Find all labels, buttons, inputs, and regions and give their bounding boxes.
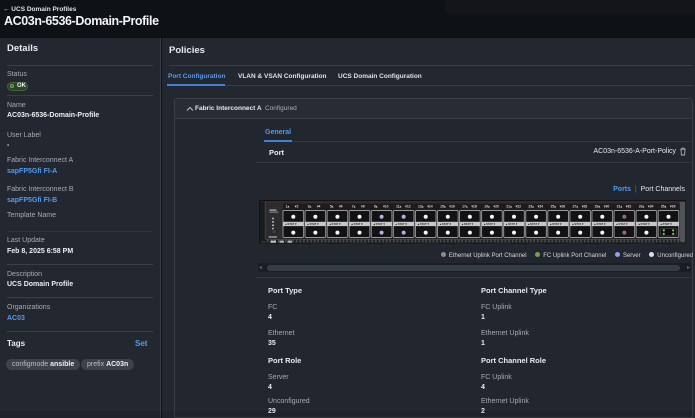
svg-text:31▴: 31▴ xyxy=(617,204,623,208)
svg-text:▾16: ▾16 xyxy=(448,204,455,208)
svg-text:7▴: 7▴ xyxy=(352,204,356,208)
svg-text:▴ STAT ▾: ▴ STAT ▾ xyxy=(461,222,474,226)
svg-text:▾34: ▾34 xyxy=(647,204,654,208)
svg-text:▾24: ▾24 xyxy=(537,204,544,208)
svg-text:23▴: 23▴ xyxy=(528,204,534,208)
svg-text:5▴: 5▴ xyxy=(330,204,334,208)
svg-text:21▴: 21▴ xyxy=(506,204,512,208)
svg-text:▾4: ▾4 xyxy=(316,204,321,208)
svg-text:▴ STAT ▾: ▴ STAT ▾ xyxy=(549,222,562,226)
svg-text:11▴: 11▴ xyxy=(396,204,402,208)
svg-text:9▴: 9▴ xyxy=(374,204,378,208)
svg-text:35▴: 35▴ xyxy=(661,204,667,208)
svg-text:▴ STAT ▾: ▴ STAT ▾ xyxy=(637,222,650,226)
svg-text:27▴: 27▴ xyxy=(573,204,579,208)
svg-text:▾12: ▾12 xyxy=(404,204,411,208)
svg-text:▾10: ▾10 xyxy=(382,204,389,208)
svg-text:▾32: ▾32 xyxy=(625,204,632,208)
svg-text:▴ STAT ▾: ▴ STAT ▾ xyxy=(505,222,518,226)
svg-text:▾28: ▾28 xyxy=(581,204,588,208)
svg-text:▴ STAT ▾: ▴ STAT ▾ xyxy=(350,222,363,226)
svg-text:▴ STAT ▾: ▴ STAT ▾ xyxy=(571,222,584,226)
svg-text:▾14: ▾14 xyxy=(426,204,433,208)
svg-text:▴ STAT ▾: ▴ STAT ▾ xyxy=(593,222,606,226)
svg-text:13▴: 13▴ xyxy=(418,204,424,208)
svg-text:17▴: 17▴ xyxy=(462,204,468,208)
svg-text:▾30: ▾30 xyxy=(603,204,610,208)
svg-text:▴ STAT ▾: ▴ STAT ▾ xyxy=(306,222,319,226)
svg-text:▴ STAT ▾: ▴ STAT ▾ xyxy=(615,222,628,226)
svg-text:▾36: ▾36 xyxy=(669,204,676,208)
svg-text:29▴: 29▴ xyxy=(595,204,601,208)
svg-text:▴ STAT ▾: ▴ STAT ▾ xyxy=(417,222,430,226)
svg-text:▾2: ▾2 xyxy=(294,204,299,208)
svg-text:▴ STAT ▾: ▴ STAT ▾ xyxy=(439,222,452,226)
svg-text:▾8: ▾8 xyxy=(360,204,365,208)
svg-text:25▴: 25▴ xyxy=(550,204,556,208)
svg-text:▾26: ▾26 xyxy=(559,204,566,208)
svg-text:15▴: 15▴ xyxy=(440,204,446,208)
svg-text:▴ STAT ▾: ▴ STAT ▾ xyxy=(659,222,672,226)
svg-text:▾20: ▾20 xyxy=(492,204,499,208)
svg-text:▾6: ▾6 xyxy=(338,204,343,208)
svg-text:3▴: 3▴ xyxy=(308,204,312,208)
svg-text:▴ STAT ▾: ▴ STAT ▾ xyxy=(483,222,496,226)
svg-text:▾22: ▾22 xyxy=(515,204,522,208)
svg-text:▴ STAT ▾: ▴ STAT ▾ xyxy=(284,222,297,226)
svg-text:▴ STAT ▾: ▴ STAT ▾ xyxy=(328,222,341,226)
svg-text:▾18: ▾18 xyxy=(470,204,477,208)
svg-text:1▴: 1▴ xyxy=(286,204,290,208)
svg-text:▴ STAT ▾: ▴ STAT ▾ xyxy=(372,222,385,226)
svg-text:19▴: 19▴ xyxy=(484,204,490,208)
svg-text:▴ STAT ▾: ▴ STAT ▾ xyxy=(527,222,540,226)
svg-text:▴ STAT ▾: ▴ STAT ▾ xyxy=(395,222,408,226)
svg-text:33▴: 33▴ xyxy=(639,204,645,208)
